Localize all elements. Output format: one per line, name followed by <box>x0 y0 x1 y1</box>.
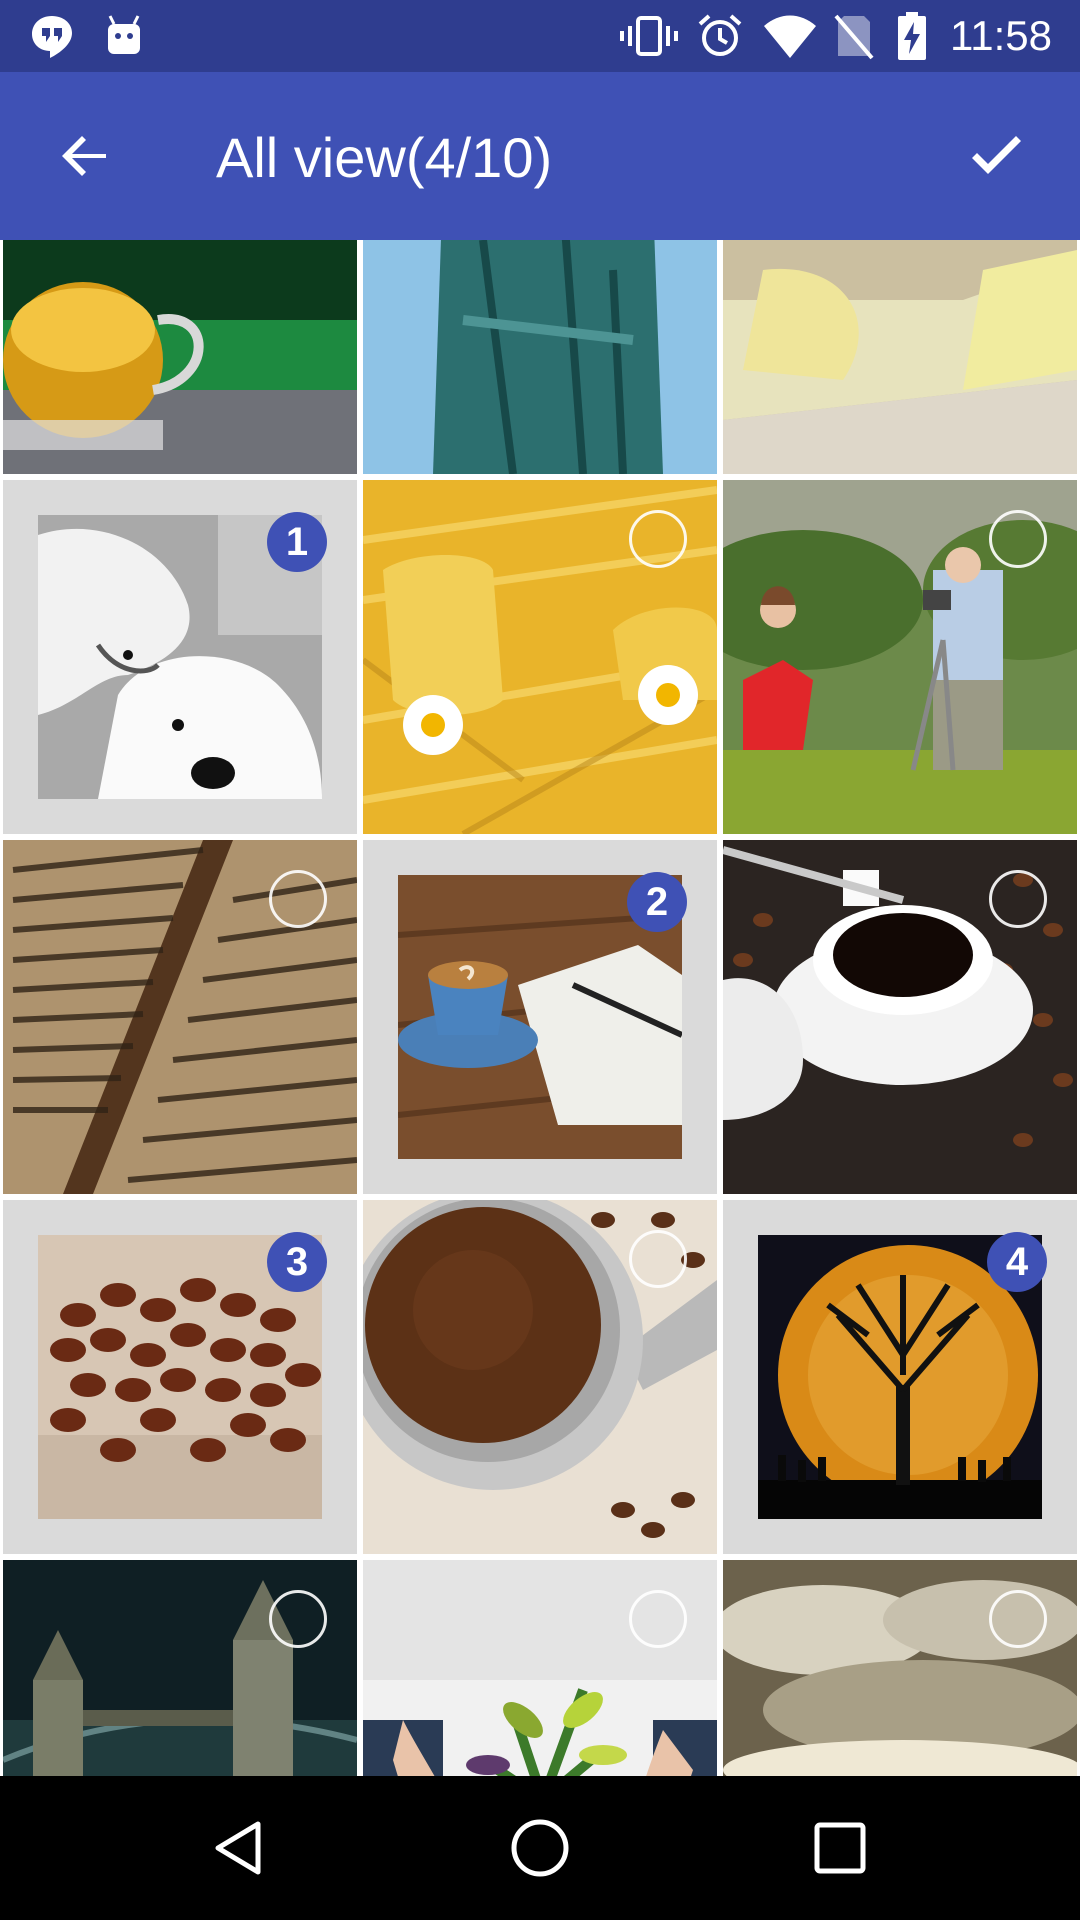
selection-badge[interactable]: 4 <box>987 1232 1047 1292</box>
nav-recents-button[interactable] <box>792 1800 888 1896</box>
selection-badge[interactable]: 2 <box>627 872 687 932</box>
selection-badge[interactable]: 1 <box>267 512 327 572</box>
select-circle[interactable] <box>989 1590 1047 1648</box>
select-circle[interactable] <box>629 1590 687 1648</box>
photo-beer <box>3 240 357 474</box>
hangouts-icon <box>32 16 72 58</box>
selection-badge[interactable]: 3 <box>267 1232 327 1292</box>
home-circle-icon <box>511 1819 569 1877</box>
photo-tile-sea-clouds[interactable] <box>723 1560 1077 1776</box>
photo-tile-coffee-notebook[interactable]: 2 <box>363 840 717 1194</box>
battery-charging-icon <box>898 12 926 60</box>
photo-tile-plant-hands[interactable] <box>363 1560 717 1776</box>
select-circle[interactable] <box>269 870 327 928</box>
photo-tile-pasta-closeup[interactable] <box>723 240 1077 474</box>
photo-tile-coffee-cup[interactable] <box>723 840 1077 1194</box>
checkmark-icon <box>972 136 1021 174</box>
android-icon <box>108 15 140 54</box>
select-circle[interactable] <box>989 870 1047 928</box>
photo-tile-tree-moon[interactable]: 4 <box>723 1200 1077 1554</box>
nav-home-button[interactable] <box>492 1800 588 1896</box>
status-bar: 11:58 <box>0 0 1080 72</box>
back-button[interactable] <box>38 108 134 204</box>
photo-grid: 1 2 3 4 <box>0 240 1080 1776</box>
app-bar: All view(4/10) <box>0 72 1080 240</box>
page-title: All view(4/10) <box>216 126 553 189</box>
no-sim-icon <box>834 14 874 60</box>
select-circle[interactable] <box>629 1230 687 1288</box>
alarm-icon <box>698 14 742 56</box>
photo-statue <box>363 240 717 474</box>
recents-square-icon <box>814 1822 866 1874</box>
photo-tile-polar-bears[interactable]: 1 <box>3 480 357 834</box>
wifi-icon <box>764 15 816 58</box>
photo-tile-portafilter[interactable] <box>363 1200 717 1554</box>
photo-pasta-closeup <box>723 240 1077 474</box>
vibrate-icon <box>620 16 678 56</box>
navigation-bar <box>0 1776 1080 1920</box>
photo-tile-old-book[interactable] <box>3 840 357 1194</box>
photo-grid-viewport[interactable]: 1 2 3 4 <box>0 240 1080 1776</box>
select-circle[interactable] <box>269 1590 327 1648</box>
arrow-back-icon <box>62 136 106 176</box>
photo-tile-coffee-beans[interactable]: 3 <box>3 1200 357 1554</box>
photo-tile-statue[interactable] <box>363 240 717 474</box>
photo-tile-tower-bridge[interactable] <box>3 1560 357 1776</box>
status-time: 11:58 <box>950 12 1052 59</box>
select-circle[interactable] <box>989 510 1047 568</box>
photo-tile-pasta-daisies[interactable] <box>363 480 717 834</box>
back-triangle-icon <box>215 1821 261 1875</box>
photo-tile-beer[interactable] <box>3 240 357 474</box>
done-button[interactable] <box>948 108 1044 204</box>
select-circle[interactable] <box>629 510 687 568</box>
photo-tile-children[interactable] <box>723 480 1077 834</box>
nav-back-button[interactable] <box>192 1800 288 1896</box>
